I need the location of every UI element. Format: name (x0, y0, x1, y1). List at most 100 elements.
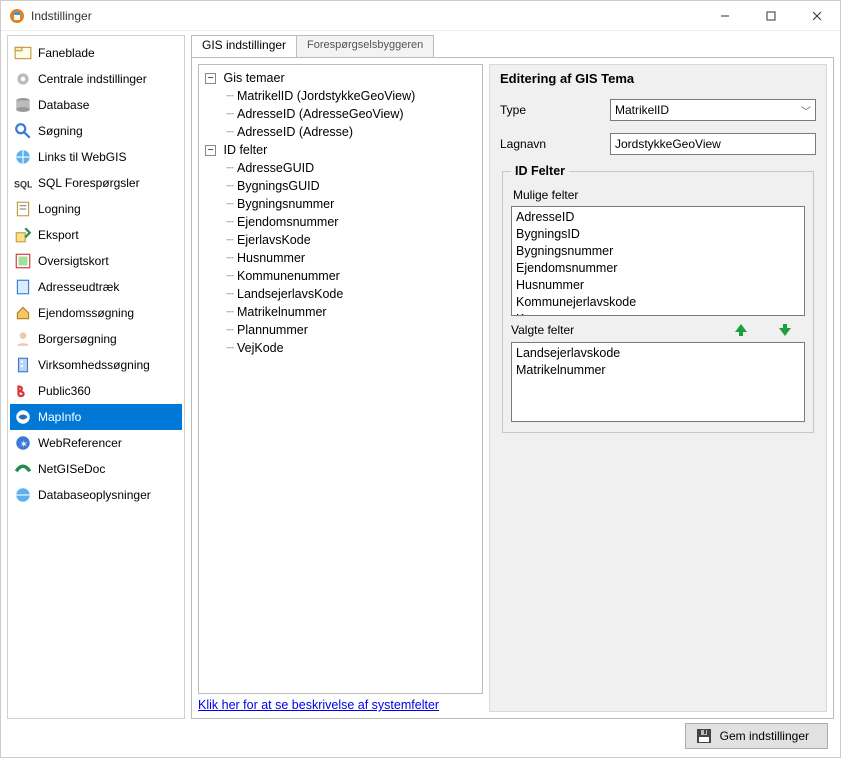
public360-icon (14, 382, 32, 400)
tree-leaf[interactable]: MatrikelID (JordstykkeGeoView) (237, 89, 415, 103)
list-item[interactable]: AdresseID (516, 209, 800, 226)
log-icon (14, 200, 32, 218)
sidebar-item-label: Faneblade (38, 46, 95, 60)
minimize-button[interactable] (702, 1, 748, 31)
sidebar-item-label: Virksomhedssøgning (38, 358, 150, 372)
tree-leaf[interactable]: AdresseID (Adresse) (237, 125, 353, 139)
sidebar-item-label: Eksport (38, 228, 79, 242)
web-ref-icon: ✶ (14, 434, 32, 452)
tree-leaf[interactable]: Plannummer (237, 323, 308, 337)
sidebar-item-label: Centrale indstillinger (38, 72, 147, 86)
save-disk-icon (696, 728, 712, 744)
type-value: MatrikelID (615, 103, 669, 117)
valgte-label: Valgte felter (511, 323, 705, 337)
tree-collapse-icon[interactable]: − (205, 73, 216, 84)
sidebar-item-oversigtskort[interactable]: Oversigtskort (10, 248, 182, 274)
type-select[interactable]: MatrikelID ﹀ (610, 99, 816, 121)
mulige-felter-listbox[interactable]: AdresseIDBygningsIDBygningsnummerEjendom… (511, 206, 805, 316)
sidebar-item-mapinfo[interactable]: MapInfo (10, 404, 182, 430)
list-item[interactable]: Matrikelnummer (516, 362, 800, 379)
valgte-felter-listbox[interactable]: LandsejerlavskodeMatrikelnummer (511, 342, 805, 422)
lagnavn-label: Lagnavn (500, 137, 610, 151)
sql-icon: SQL (14, 174, 32, 192)
sidebar-item-public360[interactable]: Public360 (10, 378, 182, 404)
sidebar-item-faneblade[interactable]: Faneblade (10, 40, 182, 66)
sidebar-item-label: WebReferencer (38, 436, 122, 450)
sidebar-item-sql[interactable]: SQL SQL Forespørgsler (10, 170, 182, 196)
tree-view[interactable]: − Gis temaer ┈MatrikelID (JordstykkeGeoV… (198, 64, 483, 694)
tree-leaf-icon: ┈ (223, 159, 237, 177)
sidebar-item-ejendomssogning[interactable]: Ejendomssøgning (10, 300, 182, 326)
save-button-label: Gem indstillinger (720, 729, 809, 743)
app-icon (9, 8, 25, 24)
sidebar-item-virksomhedssogning[interactable]: Virksomhedssøgning (10, 352, 182, 378)
sidebar: Faneblade Centrale indstillinger Databas… (7, 35, 185, 719)
tree-leaf[interactable]: Bygningsnummer (237, 197, 334, 211)
sidebar-item-database[interactable]: Database (10, 92, 182, 118)
tree-node-idfields[interactable]: ID felter (223, 143, 267, 157)
tree-leaf[interactable]: Husnummer (237, 251, 305, 265)
tree-leaf[interactable]: AdresseGUID (237, 161, 314, 175)
sidebar-item-adresseudtraek[interactable]: Adresseudtræk (10, 274, 182, 300)
tree-leaf-icon: ┈ (223, 105, 237, 123)
tree-leaf-icon: ┈ (223, 267, 237, 285)
tree-leaf[interactable]: AdresseID (AdresseGeoView) (237, 107, 404, 121)
lagnavn-input[interactable] (610, 133, 816, 155)
tree-collapse-icon[interactable]: − (205, 145, 216, 156)
tree-leaf-icon: ┈ (223, 339, 237, 357)
move-up-button[interactable] (733, 322, 749, 338)
list-item[interactable]: Bygningsnummer (516, 243, 800, 260)
sidebar-item-label: Databaseoplysninger (38, 488, 151, 502)
footer: Gem indstillinger (1, 719, 840, 753)
editor-panel: Editering af GIS Tema Type MatrikelID ﹀ … (489, 64, 827, 712)
sidebar-item-label: MapInfo (38, 410, 81, 424)
help-link[interactable]: Klik her for at se beskrivelse af system… (198, 698, 483, 712)
house-search-icon (14, 304, 32, 322)
tree-leaf-icon: ┈ (223, 285, 237, 303)
building-search-icon (14, 356, 32, 374)
list-item[interactable]: Ejendomsnummer (516, 260, 800, 277)
list-item[interactable]: Husnummer (516, 277, 800, 294)
tree-leaf[interactable]: Matrikelnummer (237, 305, 327, 319)
tab-gis-indstillinger[interactable]: GIS indstillinger (191, 35, 297, 57)
tree-leaf[interactable]: LandsejerlavsKode (237, 287, 343, 301)
save-button[interactable]: Gem indstillinger (685, 723, 828, 749)
sidebar-item-label: Database (38, 98, 89, 112)
window-title: Indstillinger (31, 9, 92, 23)
svg-text:✶: ✶ (20, 440, 28, 451)
tree-leaf-icon: ┈ (223, 195, 237, 213)
tree-leaf-icon: ┈ (223, 213, 237, 231)
sidebar-item-centrale[interactable]: Centrale indstillinger (10, 66, 182, 92)
sidebar-item-databaseoplysninger[interactable]: Databaseoplysninger (10, 482, 182, 508)
tree-leaf-icon: ┈ (223, 303, 237, 321)
sidebar-item-sogning[interactable]: Søgning (10, 118, 182, 144)
maximize-button[interactable] (748, 1, 794, 31)
list-item[interactable]: BygningsID (516, 226, 800, 243)
address-extract-icon (14, 278, 32, 296)
tree-leaf[interactable]: EjerlavsKode (237, 233, 311, 247)
tree-leaf[interactable]: Kommunenummer (237, 269, 340, 283)
sidebar-item-netgisedoc[interactable]: NetGISeDoc (10, 456, 182, 482)
mapinfo-icon (14, 408, 32, 426)
sidebar-item-webreferencer[interactable]: ✶ WebReferencer (10, 430, 182, 456)
mulige-label: Mulige felter (513, 188, 805, 202)
move-down-button[interactable] (777, 322, 793, 338)
sidebar-item-links[interactable]: Links til WebGIS (10, 144, 182, 170)
sidebar-item-logning[interactable]: Logning (10, 196, 182, 222)
tabs: GIS indstillinger Forespørgselsbyggeren (191, 35, 834, 57)
tree-leaf[interactable]: VejKode (237, 341, 284, 355)
type-label: Type (500, 103, 610, 117)
tree-leaf[interactable]: BygningsGUID (237, 179, 320, 193)
list-item[interactable]: Kommunenummer (516, 311, 800, 316)
list-item[interactable]: Landsejerlavskode (516, 345, 800, 362)
tree-leaf[interactable]: Ejendomsnummer (237, 215, 338, 229)
sidebar-item-borgersogning[interactable]: Borgersøgning (10, 326, 182, 352)
list-item[interactable]: Kommunejerlavskode (516, 294, 800, 311)
sidebar-item-label: Oversigtskort (38, 254, 109, 268)
tree-leaf-icon: ┈ (223, 87, 237, 105)
tree-leaf-icon: ┈ (223, 249, 237, 267)
tab-foresporgselsbyggeren[interactable]: Forespørgselsbyggeren (296, 35, 434, 57)
close-button[interactable] (794, 1, 840, 31)
tree-node-themes[interactable]: Gis temaer (223, 71, 284, 85)
sidebar-item-eksport[interactable]: Eksport (10, 222, 182, 248)
